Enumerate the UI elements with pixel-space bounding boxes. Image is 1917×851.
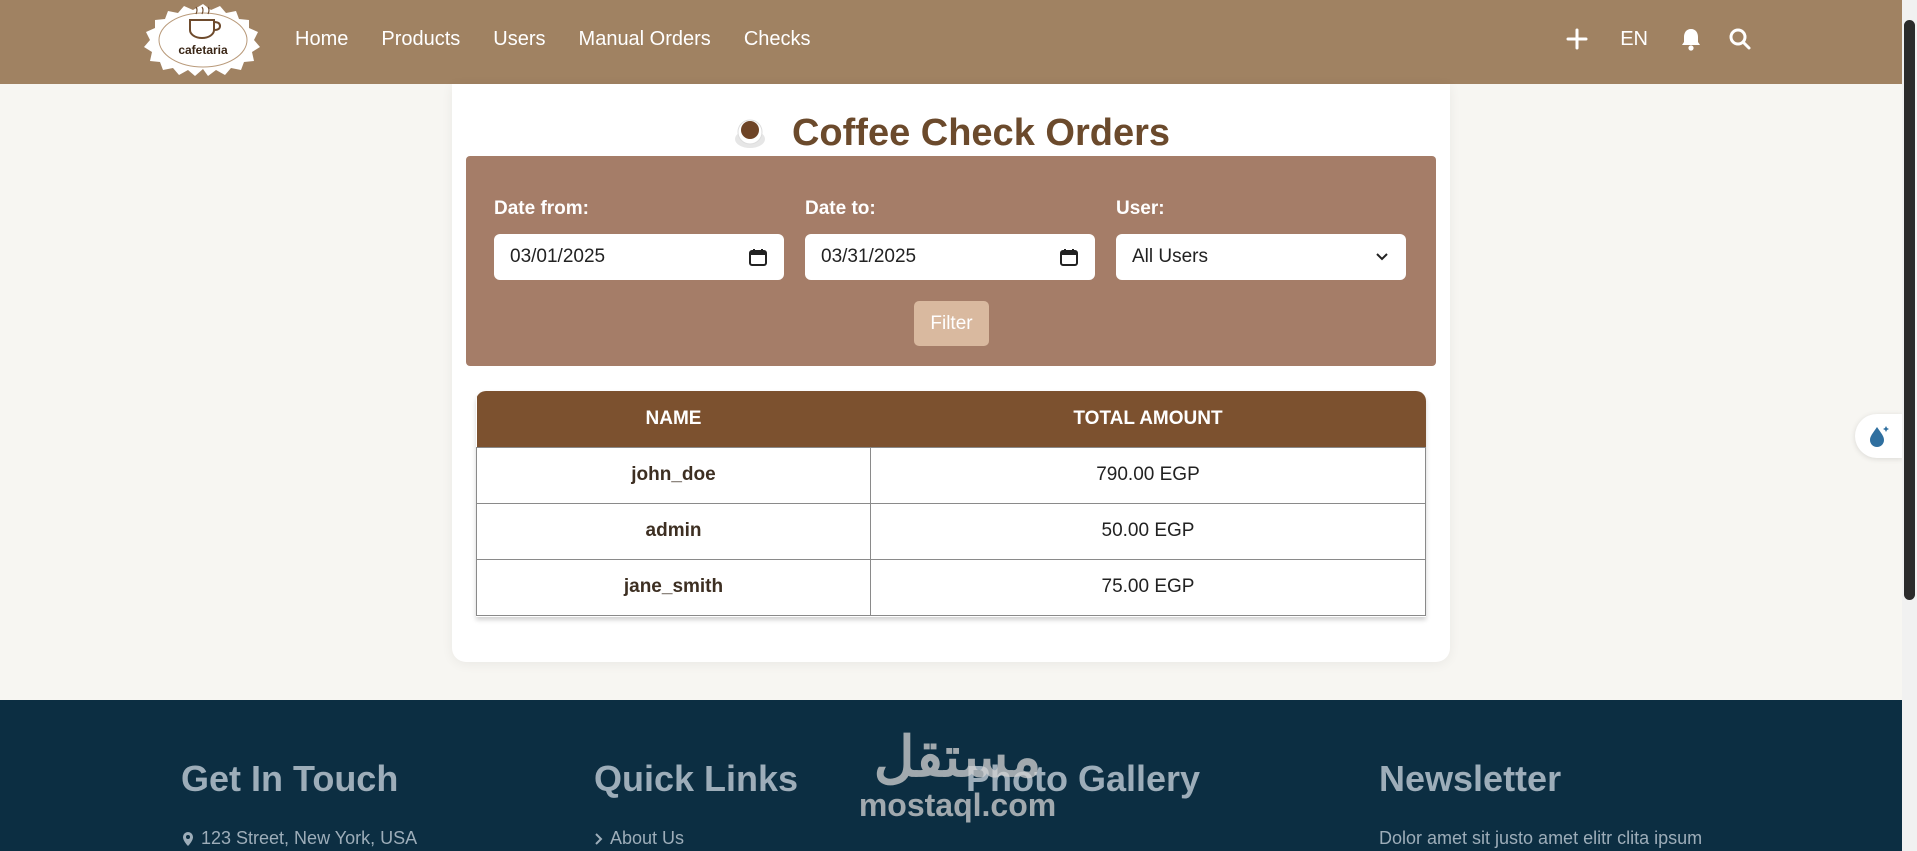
footer-heading: Get In Touch [181,758,399,799]
date-from-input[interactable]: 03/01/2025 [494,234,784,280]
date-to-value: 03/31/2025 [821,246,917,267]
checks-table: NAME TOTAL AMOUNT john_doe 790.00 EGP ad… [476,391,1426,617]
user-label: User: [1116,198,1165,219]
date-from-value: 03/01/2025 [510,246,606,267]
nav-actions: EN [1566,0,1752,78]
footer-col-get-in-touch: Get In Touch 123 Street, New York, USA [181,758,417,849]
floating-drop-widget[interactable] [1855,414,1903,458]
footer-heading: Quick Links [594,758,799,799]
total-amount-cell: 50.00 EGP [870,502,1426,560]
footer-col-quick-links: Quick Links About Us [594,758,798,849]
main-nav: Home Products Users Manual Orders Checks [295,0,811,78]
date-to-group: Date to: 03/31/2025 [805,198,1095,280]
footer-col-newsletter: Newsletter Dolor amet sit justo amet eli… [1379,758,1702,849]
date-to-input[interactable]: 03/31/2025 [805,234,1095,280]
nav-link-products[interactable]: Products [381,28,460,51]
column-header-total-amount: TOTAL AMOUNT [870,391,1426,447]
user-name-cell[interactable]: john_doe [476,446,871,504]
navbar: cafetaria Home Products Users Manual Ord… [0,0,1902,84]
user-select-value: All Users [1132,246,1209,267]
plus-icon[interactable] [1566,28,1588,50]
filter-panel: Date from: 03/01/2025 Date to: 03/31/202… [466,156,1436,366]
watermark-latin-text: mostaql.com [858,787,1057,823]
page: cafetaria Home Products Users Manual Ord… [0,0,1917,851]
watermark-arabic-text: مستقل [873,725,1042,788]
page-title-text: Coffee Check Orders [791,111,1170,154]
date-to-label: Date to: [805,198,876,219]
scrollbar-thumb[interactable] [1904,20,1915,600]
language-switcher[interactable]: EN [1620,28,1648,51]
bell-icon[interactable] [1680,27,1702,51]
total-amount-cell: 75.00 EGP [870,558,1426,616]
search-icon[interactable] [1728,27,1752,51]
table-row[interactable]: john_doe 790.00 EGP [476,446,1426,504]
footer-heading: Newsletter [1379,758,1562,799]
page-scrollbar[interactable] [1902,0,1917,851]
cafetaria-logo[interactable]: cafetaria [140,2,266,78]
mostaql-watermark: مستقل mostaql.com [845,726,1070,826]
total-amount-cell: 790.00 EGP [870,446,1426,504]
table-row[interactable]: admin 50.00 EGP [476,502,1426,560]
chevron-right-icon [595,832,603,845]
user-select[interactable]: All Users [1116,234,1406,280]
column-header-name: NAME [476,391,871,447]
calendar-icon[interactable] [748,247,768,267]
water-drop-icon [1870,426,1889,447]
user-name-cell[interactable]: admin [476,502,871,560]
map-marker-icon [183,831,193,846]
chevron-down-icon [1376,253,1388,261]
calendar-icon[interactable] [1059,247,1079,267]
user-name-cell[interactable]: jane_smith [476,558,871,616]
footer-address: 123 Street, New York, USA [181,828,417,849]
coffee-cup-icon [734,119,765,148]
table-header-row: NAME TOTAL AMOUNT [476,391,1426,447]
footer-newsletter-text: Dolor amet sit justo amet elitr clita ip… [1379,828,1703,848]
nav-link-home[interactable]: Home [295,28,348,51]
nav-link-users[interactable]: Users [493,28,545,51]
user-group: User: All Users [1116,198,1406,280]
date-from-group: Date from: 03/01/2025 [494,198,784,280]
date-from-label: Date from: [494,198,590,219]
page-title: Coffee Check Orders [452,108,1450,158]
nav-link-checks[interactable]: Checks [744,28,811,51]
table-row[interactable]: jane_smith 75.00 EGP [476,558,1426,616]
check-orders-card: Coffee Check Orders Date from: 03/01/202… [452,84,1450,662]
logo-text: cafetaria [178,43,228,57]
nav-link-manual-orders[interactable]: Manual Orders [579,28,711,51]
filter-button[interactable]: Filter [914,301,989,346]
cafetaria-logo-icon: cafetaria [144,4,260,76]
footer-link-about-us[interactable]: About Us [594,828,798,849]
